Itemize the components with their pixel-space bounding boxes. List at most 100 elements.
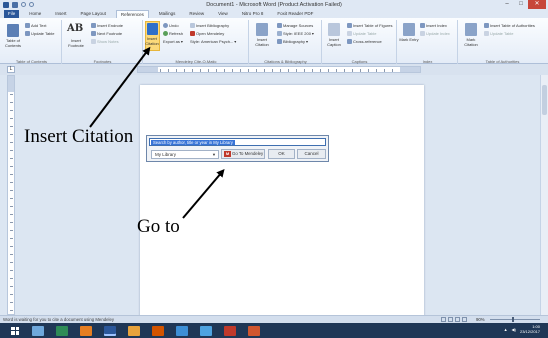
vruler-top-margin xyxy=(8,76,14,92)
full-screen-view-icon[interactable] xyxy=(448,317,453,322)
tab-insert[interactable]: Insert xyxy=(51,10,70,18)
file-explorer-taskbar-icon[interactable] xyxy=(80,325,92,336)
zoom-slider-thumb[interactable] xyxy=(512,317,514,322)
mark-citation-button[interactable]: Mark Citation xyxy=(460,37,482,47)
ruler-right-margin xyxy=(400,67,420,72)
insert-table-of-authorities-button[interactable]: Insert Table of Authorities xyxy=(484,23,535,28)
add-text-button[interactable]: Add Text xyxy=(25,23,47,28)
show-notes-button[interactable]: Show Notes xyxy=(91,39,119,44)
network-icon[interactable]: ▲ xyxy=(504,327,508,332)
maximize-button[interactable]: □ xyxy=(514,0,528,9)
save-icon[interactable] xyxy=(12,1,18,8)
window-title: Document1 - Microsoft Word (Product Acti… xyxy=(206,1,342,8)
start-button[interactable] xyxy=(8,323,22,338)
ribbon-references: Table of Contents Add Text Update Table … xyxy=(0,18,548,64)
chrome-taskbar-icon[interactable] xyxy=(128,325,140,336)
powerpoint-taskbar-icon[interactable] xyxy=(248,325,260,336)
table-of-contents-button[interactable]: Table of Contents xyxy=(2,38,24,48)
cancel-button[interactable]: Cancel xyxy=(297,149,326,159)
tab-page-layout[interactable]: Page Layout xyxy=(77,10,110,18)
insert-citation-word-icon xyxy=(256,23,268,36)
insert-endnote-icon xyxy=(91,23,96,28)
insert-endnote-button[interactable]: Insert Endnote xyxy=(91,23,123,28)
mendeley-citation-dialog: Search by author, title or year in My Li… xyxy=(146,135,329,162)
ok-button[interactable]: OK xyxy=(268,149,295,159)
word-app-icon[interactable] xyxy=(3,1,9,8)
zoom-slider[interactable] xyxy=(490,319,540,320)
insert-bibliography-button[interactable]: Insert Bibliography xyxy=(190,23,229,28)
library-dropdown[interactable]: My Library ▼ xyxy=(151,150,219,159)
clock[interactable]: 1:00 23/12/2017 xyxy=(519,324,540,334)
volume-icon[interactable]: ◀) xyxy=(512,327,516,332)
folder-taskbar-icon[interactable] xyxy=(200,325,212,336)
manage-sources-icon xyxy=(277,23,282,28)
firefox-taskbar-icon[interactable] xyxy=(152,325,164,336)
chevron-down-icon: ▾ xyxy=(180,39,183,44)
tab-file[interactable]: File xyxy=(4,10,20,18)
mendeley-taskbar-icon[interactable] xyxy=(224,325,236,336)
word-taskbar-icon[interactable] xyxy=(104,325,116,336)
mendeley-refresh-button[interactable]: Refresh xyxy=(163,31,183,36)
undo-icon[interactable] xyxy=(21,2,26,7)
cross-reference-button[interactable]: Cross-reference xyxy=(347,39,382,44)
web-layout-view-icon[interactable] xyxy=(455,317,460,322)
group-footnotes: AB Insert Footnote Insert Endnote Next F… xyxy=(63,20,143,64)
mark-entry-icon xyxy=(403,23,415,36)
mendeley-icon xyxy=(190,31,195,36)
bibliography-button[interactable]: Bibliography ▾ xyxy=(277,39,308,44)
vertical-ruler[interactable] xyxy=(7,75,15,315)
insert-footnote-button[interactable]: Insert Footnote xyxy=(65,38,87,48)
update-table-button[interactable]: Update Table xyxy=(25,31,55,36)
mendeley-export-button[interactable]: Export as ▾ xyxy=(163,39,183,44)
scrollbar-thumb[interactable] xyxy=(542,85,547,115)
update-index-button[interactable]: Update Index xyxy=(420,31,450,36)
excel-taskbar-icon[interactable] xyxy=(56,325,68,336)
style-icon xyxy=(277,31,282,36)
outline-view-icon[interactable] xyxy=(462,317,467,322)
vertical-scrollbar[interactable] xyxy=(540,75,548,315)
annotation-insert-citation: Insert Citation xyxy=(24,126,134,147)
view-buttons xyxy=(441,317,467,322)
insert-caption-button[interactable]: Insert Caption xyxy=(323,37,345,47)
insert-table-of-figures-button[interactable]: Insert Table of Figures xyxy=(347,23,393,28)
search-taskbar-icon[interactable] xyxy=(32,325,44,336)
document-workspace xyxy=(0,75,548,317)
mendeley-undo-button[interactable]: Undo xyxy=(163,23,179,28)
group-captions: Insert Caption Insert Table of Figures U… xyxy=(323,20,397,64)
tab-foxit-reader[interactable]: Foxit Reader PDF xyxy=(273,10,317,18)
cross-reference-icon xyxy=(347,39,352,44)
redo-icon[interactable] xyxy=(29,2,34,7)
tab-home[interactable]: Home xyxy=(25,10,45,18)
mark-entry-button[interactable]: Mark Entry xyxy=(398,37,420,43)
group-index: Mark Entry Insert Index Update Index Ind… xyxy=(398,20,458,64)
status-bar: Word is waiting for you to cite a docume… xyxy=(0,315,548,323)
close-button[interactable]: ✕ xyxy=(528,0,546,9)
tab-mailings[interactable]: Mailings xyxy=(155,10,180,18)
print-layout-view-icon[interactable] xyxy=(441,317,446,322)
tab-review[interactable]: Review xyxy=(185,10,208,18)
app-taskbar-icon[interactable] xyxy=(176,325,188,336)
tab-view[interactable]: View xyxy=(214,10,232,18)
clock-date: 23/12/2017 xyxy=(519,328,540,334)
citation-style-select[interactable]: Style: IEEE 200 ▾ xyxy=(277,31,314,36)
open-mendeley-button[interactable]: Open Mendeley xyxy=(190,31,224,36)
mendeley-insert-citation-label: Insert Citation xyxy=(145,36,159,46)
tab-references[interactable]: References xyxy=(115,10,149,18)
next-footnote-button[interactable]: Next Footnote xyxy=(91,31,122,36)
tab-nitro-pro[interactable]: Nitro Pro 8 xyxy=(238,10,268,18)
citation-search-input[interactable]: Search by author, title or year in My Li… xyxy=(149,138,326,146)
mendeley-style-select[interactable]: Style: American Psych... ▾ xyxy=(190,39,236,44)
update-table-of-figures-button[interactable]: Update Table xyxy=(347,31,377,36)
go-to-mendeley-button[interactable]: M Go To Mendeley xyxy=(221,149,265,159)
word-insert-citation-button[interactable]: Insert Citation xyxy=(251,37,273,47)
tab-stop-selector[interactable]: L xyxy=(7,66,15,73)
horizontal-ruler[interactable] xyxy=(137,66,421,73)
minimize-button[interactable]: – xyxy=(500,0,514,9)
update-table-of-authorities-button[interactable]: Update Table xyxy=(484,31,514,36)
document-page[interactable] xyxy=(140,85,424,317)
group-mendeley: Insert Citation Undo Refresh Export as ▾ … xyxy=(144,20,249,64)
insert-index-button[interactable]: Insert Index xyxy=(420,23,447,28)
insert-footnote-icon: AB xyxy=(67,23,84,34)
zoom-level[interactable]: 90% xyxy=(476,317,485,322)
manage-sources-button[interactable]: Manage Sources xyxy=(277,23,313,28)
